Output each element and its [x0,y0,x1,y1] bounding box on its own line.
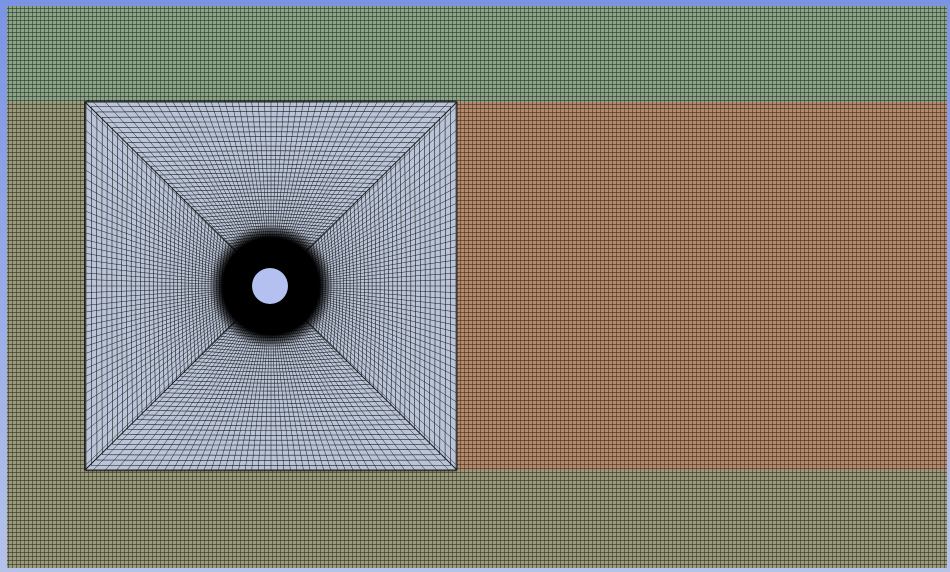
cylinder-block-region [84,100,458,472]
wake-region [457,102,947,470]
cylinder-hole[interactable] [252,268,288,304]
left-far-field-region [7,102,85,470]
mesh-canvas[interactable] [0,0,950,572]
lower-far-field-region [7,470,947,568]
upper-far-field-region [7,6,947,102]
mesh-viewport[interactable] [0,0,950,572]
